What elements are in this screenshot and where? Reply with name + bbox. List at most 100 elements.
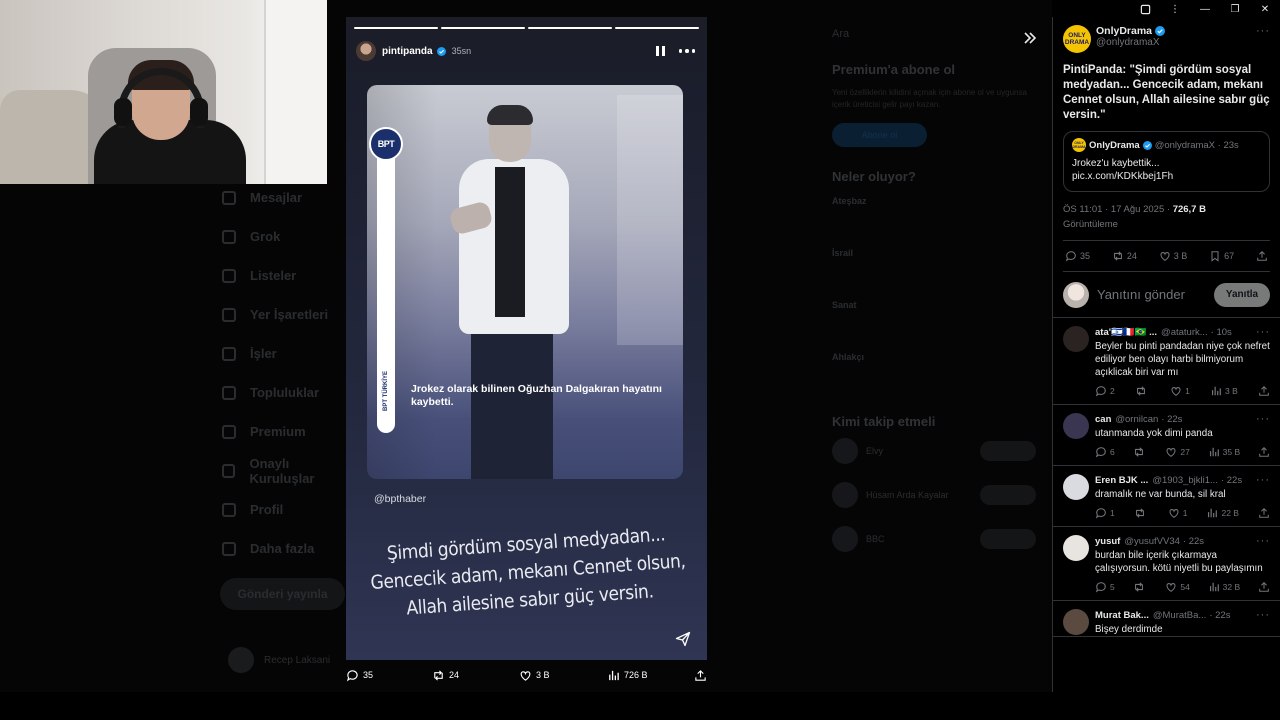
reply-time[interactable]: · 22s xyxy=(1183,536,1204,547)
share-button[interactable] xyxy=(1258,446,1270,458)
repost-button[interactable] xyxy=(1133,446,1148,458)
reply-time[interactable]: · 22s xyxy=(1209,610,1230,621)
avatar xyxy=(228,647,254,673)
more-icon[interactable]: ··· xyxy=(1252,535,1270,547)
share-button[interactable] xyxy=(1258,581,1270,593)
reply-author-handle[interactable]: @MuratBa... xyxy=(1153,610,1206,621)
trend-item: Ateşbaz xyxy=(832,196,867,206)
reply-item[interactable]: can @ornilcan · 22s ··· utanmanda yok dimi p… xyxy=(1053,405,1280,466)
main-tweet: ONLY DRAMA OnlyDrama @onlydramaX ··· Pin… xyxy=(1053,17,1280,272)
like-button[interactable]: 27 xyxy=(1165,446,1190,458)
send-icon[interactable] xyxy=(675,631,691,647)
avatar: ONLY DRAMA xyxy=(1072,138,1086,152)
reply-button[interactable]: 2 xyxy=(1095,385,1115,397)
like-button[interactable]: 3 B xyxy=(1159,250,1187,262)
webcam-overlay xyxy=(0,0,327,184)
more-icon[interactable]: ··· xyxy=(1252,609,1270,621)
avatar[interactable] xyxy=(1063,609,1089,635)
nav-item: Profil xyxy=(222,490,352,529)
share-button[interactable] xyxy=(1258,385,1270,397)
reply-author-name[interactable]: Murat Bak... xyxy=(1095,610,1149,621)
background-premium-title: Premium'a abone ol xyxy=(832,62,956,77)
like-button[interactable]: 1 xyxy=(1170,385,1190,397)
repost-button[interactable]: 24 xyxy=(1112,250,1137,262)
repost-icon xyxy=(1134,582,1143,592)
reply-time[interactable]: · 10s xyxy=(1211,327,1232,338)
reply-item[interactable]: Murat Bak... @MuratBa... · 22s ··· Bişey der… xyxy=(1053,601,1280,637)
bookmark-button[interactable]: 67 xyxy=(1209,250,1234,262)
share-button[interactable] xyxy=(694,669,707,682)
reply-author-handle[interactable]: @ornilcan xyxy=(1115,414,1158,425)
avatar[interactable]: ONLY DRAMA xyxy=(1063,25,1091,53)
reply-author-name[interactable]: yusuf xyxy=(1095,536,1120,547)
views-button[interactable]: 32 B xyxy=(1208,581,1240,593)
views-button[interactable]: 22 B xyxy=(1206,507,1239,519)
reply-item[interactable]: Eren BJK ... @1903_bjkli1... · 22s ··· drama… xyxy=(1053,466,1280,527)
share-button[interactable] xyxy=(1258,507,1270,519)
avatar[interactable] xyxy=(1063,535,1089,561)
tweet-timestamp[interactable]: ÖS 11:01 · 17 Ağu 2025 · xyxy=(1063,204,1173,215)
views-button[interactable]: 726 B xyxy=(607,669,648,682)
collapse-panel-icon[interactable] xyxy=(1022,30,1038,46)
story-viewer[interactable]: pintipanda 35sn BPT BPT TÜRKİYE Jrokez o… xyxy=(346,17,707,660)
reply-author-handle[interactable]: @ataturk... xyxy=(1161,327,1208,338)
restore-icon[interactable]: ❐ xyxy=(1220,0,1250,18)
reply-time[interactable]: · 22s xyxy=(1161,414,1182,425)
verified-icon xyxy=(1155,26,1166,36)
pause-icon[interactable] xyxy=(655,46,665,56)
reply-button[interactable]: 5 xyxy=(1095,581,1115,593)
author-handle[interactable]: @onlydramaX xyxy=(1096,37,1165,48)
like-button[interactable]: 3 B xyxy=(519,669,550,682)
reply-author-handle[interactable]: @1903_bjkli1... xyxy=(1152,475,1218,486)
reply-button[interactable]: 35 xyxy=(1065,250,1090,262)
reply-actions: 5 54 32 B xyxy=(1095,581,1270,593)
repost-button[interactable]: 24 xyxy=(432,669,459,682)
repost-button[interactable] xyxy=(1135,385,1150,397)
reply-input[interactable]: Yanıtını gönder xyxy=(1097,287,1214,302)
reply-button[interactable]: 35 xyxy=(346,669,373,682)
reply-button[interactable]: 6 xyxy=(1095,446,1115,458)
avatar[interactable] xyxy=(1063,413,1089,439)
story-username[interactable]: pintipanda xyxy=(382,46,433,57)
close-icon[interactable]: ✕ xyxy=(1250,0,1280,18)
background-follow-title: Kimi takip etmeli xyxy=(832,414,936,429)
share-button[interactable] xyxy=(1256,250,1268,262)
menu-icon[interactable]: ⋮ xyxy=(1160,0,1190,18)
reply-time[interactable]: · 22s xyxy=(1221,475,1242,486)
nav-icon xyxy=(222,385,236,400)
more-icon[interactable] xyxy=(678,49,695,53)
quote-author-handle: @onlydramaX · 23s xyxy=(1154,139,1239,151)
reply-submit-button[interactable]: Yanıtla xyxy=(1214,282,1270,307)
views-button[interactable]: 3 B xyxy=(1210,385,1238,397)
author-name[interactable]: OnlyDrama xyxy=(1096,25,1152,37)
avatar[interactable] xyxy=(1063,326,1089,352)
like-button[interactable]: 54 xyxy=(1165,581,1190,593)
repost-icon xyxy=(1136,386,1145,396)
background-nav: Mesajlar Grok Listeler Yer İşaretleri İş… xyxy=(222,178,352,568)
more-icon[interactable]: ··· xyxy=(1256,25,1270,37)
extensions-icon[interactable] xyxy=(1130,0,1160,18)
reply-item[interactable]: yusuf @yusufVV34 · 22s ··· burdan bile içeri… xyxy=(1053,527,1280,601)
more-icon[interactable]: ··· xyxy=(1252,326,1270,338)
more-icon[interactable]: ··· xyxy=(1252,474,1270,486)
repost-button[interactable] xyxy=(1134,507,1149,519)
reply-author-handle[interactable]: @yusufVV34 xyxy=(1124,536,1180,547)
more-icon[interactable]: ··· xyxy=(1252,413,1270,425)
reply-item[interactable]: ata'🇮🇱🇫🇷🇧🇷 ... @ataturk... · 10s ··· Beyler … xyxy=(1053,318,1280,405)
avatar[interactable] xyxy=(1063,474,1089,500)
reply-text: Beyler bu pinti pandadan niye çok nefret… xyxy=(1095,341,1270,378)
repost-icon xyxy=(1134,447,1143,457)
reply-author-name[interactable]: ata'🇮🇱🇫🇷🇧🇷 ... xyxy=(1095,327,1157,338)
reply-author-name[interactable]: Eren BJK ... xyxy=(1095,475,1148,486)
views-button[interactable]: 35 B xyxy=(1208,446,1240,458)
quote-text: Jrokez'u kaybettik... xyxy=(1072,158,1160,169)
repost-button[interactable] xyxy=(1133,581,1148,593)
avatar[interactable] xyxy=(356,41,376,61)
quote-link[interactable]: pic.x.com/KDKkbej1Fh xyxy=(1072,170,1261,183)
reply-author-name[interactable]: can xyxy=(1095,414,1111,425)
reply-button[interactable]: 1 xyxy=(1095,507,1115,519)
like-button[interactable]: 1 xyxy=(1168,507,1187,519)
background-trends-title: Neler oluyor? xyxy=(832,169,916,184)
minimize-icon[interactable]: — xyxy=(1190,0,1220,18)
quoted-tweet[interactable]: ONLY DRAMA OnlyDrama @onlydramaX · 23s J… xyxy=(1063,131,1270,192)
